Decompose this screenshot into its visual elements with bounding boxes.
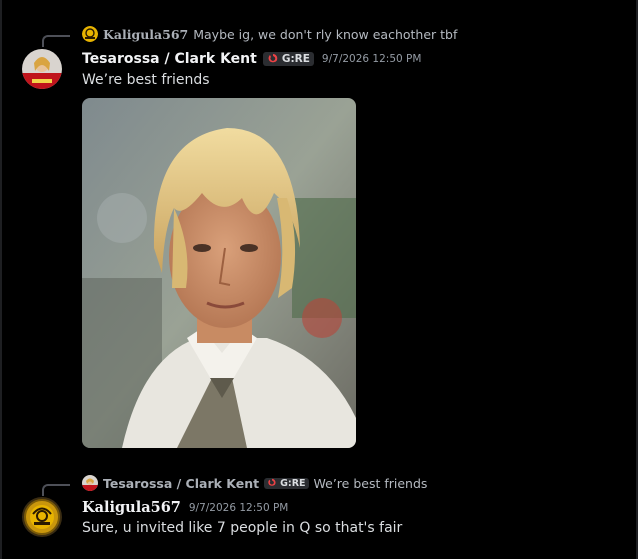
- reply-preview[interactable]: Tesarossa / Clark Kent G:RE We’re best f…: [82, 475, 427, 491]
- timestamp[interactable]: 9/7/2026 12:50 PM: [322, 53, 421, 65]
- reply-text[interactable]: We’re best friends: [314, 476, 428, 491]
- image-attachment[interactable]: [82, 98, 356, 448]
- reply-connector: [42, 484, 70, 496]
- reply-author[interactable]: Tesarossa / Clark Kent: [103, 476, 259, 491]
- reply-author[interactable]: Kaligula567: [103, 27, 188, 42]
- reply-text[interactable]: Maybe ig, we don't rly know eachother tb…: [193, 27, 457, 42]
- message-header: Kaligula567 9/7/2026 12:50 PM: [82, 499, 288, 516]
- reply-preview[interactable]: Kaligula567 Maybe ig, we don't rly know …: [82, 26, 457, 42]
- username[interactable]: Tesarossa / Clark Kent: [82, 51, 257, 67]
- message-text: Sure, u invited like 7 people in Q so th…: [82, 520, 403, 536]
- kaligula-avatar[interactable]: [22, 497, 62, 537]
- message-text: We’re best friends: [82, 72, 210, 88]
- kaligula-mini-avatar-icon[interactable]: [82, 26, 98, 42]
- tesarossa-mini-avatar-icon[interactable]: [82, 475, 98, 491]
- guild-tag-icon: [268, 54, 278, 63]
- message-header: Tesarossa / Clark Kent G:RE 9/7/2026 12:…: [82, 51, 421, 67]
- tesarossa-avatar[interactable]: [22, 49, 62, 89]
- timestamp[interactable]: 9/7/2026 12:50 PM: [189, 502, 288, 514]
- left-border: [0, 0, 2, 559]
- guild-tag[interactable]: G:RE: [262, 52, 314, 66]
- guild-tag[interactable]: G:RE: [264, 477, 309, 489]
- reply-connector: [42, 35, 70, 47]
- guild-tag-icon: [268, 478, 276, 486]
- guild-tag-label: G:RE: [281, 53, 310, 65]
- username[interactable]: Kaligula567: [82, 499, 181, 516]
- guild-tag-label: G:RE: [280, 477, 306, 489]
